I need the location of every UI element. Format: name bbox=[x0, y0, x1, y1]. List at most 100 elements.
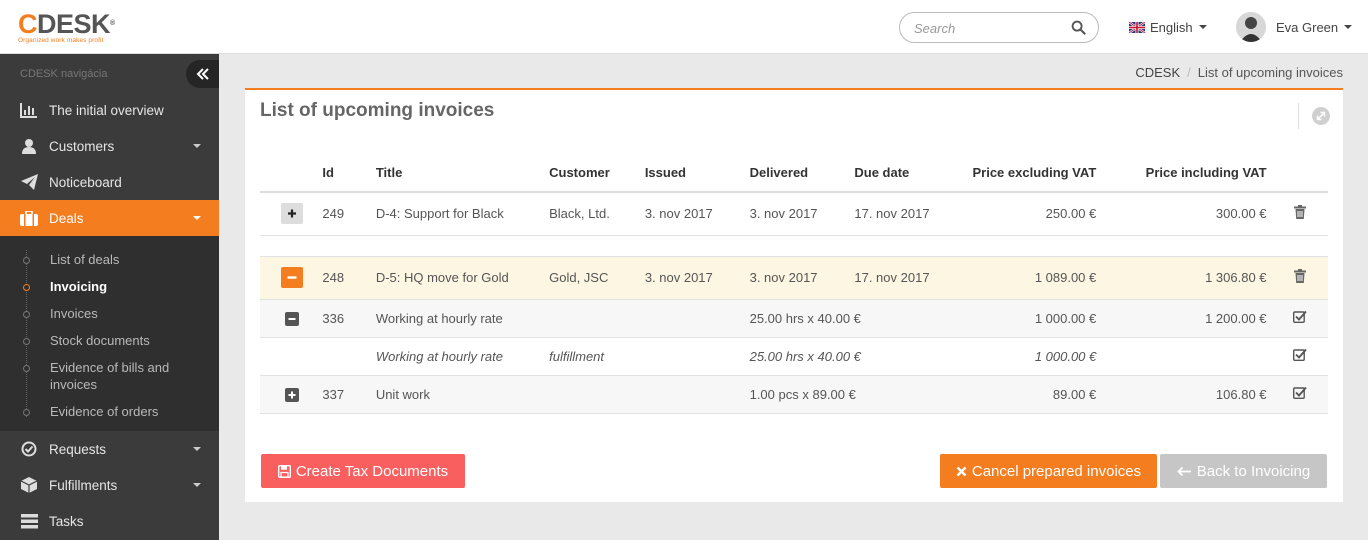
collapse-sidebar-button[interactable] bbox=[186, 60, 219, 88]
cell-due-date: 17. nov 2017 bbox=[848, 256, 946, 300]
logo-wordmark: CDESK® bbox=[18, 9, 115, 39]
column-header-price-excluding-vat[interactable]: Price excluding VAT bbox=[945, 154, 1103, 193]
cell-delivered: 25.00 hrs x 40.00 € bbox=[743, 337, 946, 376]
cancel-prepared-invoices-button[interactable]: Cancel prepared invoices bbox=[940, 454, 1157, 488]
sidebar-subitem-list-of-deals[interactable]: List of deals bbox=[0, 246, 219, 273]
invoices-table: Id Title Customer Issued Delivered Due d… bbox=[260, 154, 1328, 414]
sidebar-item-deals[interactable]: Deals bbox=[0, 200, 219, 236]
expand-subrow-button[interactable] bbox=[285, 387, 300, 402]
sidebar-item-label: Deals bbox=[49, 210, 84, 226]
sidebar-item-label: Noticeboard bbox=[49, 174, 122, 190]
column-header-issued[interactable]: Issued bbox=[638, 154, 744, 193]
sidebar-item-noticeboard[interactable]: Noticeboard bbox=[0, 164, 219, 200]
sidebar-item-label: Requests bbox=[49, 441, 107, 457]
column-header-title[interactable]: Title bbox=[369, 154, 544, 193]
bullet bbox=[23, 257, 30, 264]
button-label: Create Tax Documents bbox=[295, 462, 449, 480]
cell-price-including-vat: 1 200.00 € bbox=[1102, 299, 1273, 338]
avatar bbox=[1236, 12, 1266, 42]
column-header-id[interactable]: Id bbox=[316, 154, 370, 193]
floppy-disk-icon bbox=[277, 464, 291, 478]
user-menu[interactable]: Eva Green bbox=[1236, 12, 1353, 42]
sidebar-item-customers[interactable]: Customers bbox=[0, 128, 219, 164]
table-row: Working at hourly rate fulfillment 25.00… bbox=[260, 337, 1328, 376]
cell-customer bbox=[543, 299, 639, 338]
cell-price-excluding-vat: 1 000.00 € bbox=[945, 299, 1103, 338]
table-row: 249 D-4: Support for Black Black, Ltd. 3… bbox=[260, 192, 1328, 236]
cell-delivered: 25.00 hrs x 40.00 € bbox=[743, 299, 946, 338]
close-icon bbox=[956, 466, 967, 477]
table-row: 337 Unit work 1.00 pcs x 89.00 € 89.00 €… bbox=[260, 375, 1328, 414]
create-tax-documents-button[interactable]: Create Tax Documents bbox=[261, 454, 465, 488]
column-header-delivered[interactable]: Delivered bbox=[743, 154, 849, 193]
back-to-invoicing-button[interactable]: Back to Invoicing bbox=[1160, 454, 1327, 488]
page-title: List of upcoming invoices bbox=[260, 100, 495, 121]
checkbox-checked-icon[interactable] bbox=[1293, 310, 1307, 324]
language-selector[interactable]: English bbox=[1129, 19, 1207, 35]
bullet bbox=[23, 338, 30, 345]
cell-id: 249 bbox=[316, 192, 370, 236]
sidebar-subitem-label: Invoices bbox=[50, 306, 98, 321]
trash-icon[interactable] bbox=[1294, 205, 1307, 220]
search-icon[interactable] bbox=[1071, 20, 1086, 35]
sidebar-subitem-invoices[interactable]: Invoices bbox=[0, 300, 219, 327]
cell-issued: 3. nov 2017 bbox=[638, 256, 744, 300]
sidebar-item-label: Customers bbox=[49, 138, 115, 154]
cell-due-date: 17. nov 2017 bbox=[848, 192, 946, 236]
breadcrumb-root[interactable]: CDESK bbox=[1135, 65, 1180, 80]
breadcrumb-current: List of upcoming invoices bbox=[1197, 65, 1343, 80]
column-header-customer[interactable]: Customer bbox=[543, 154, 639, 193]
cell-issued bbox=[638, 375, 744, 414]
sidebar-heading: CDESK navigácia bbox=[20, 68, 108, 80]
cell-id: 337 bbox=[316, 375, 370, 414]
checkbox-checked-icon[interactable] bbox=[1293, 386, 1307, 400]
sidebar-subitem-label: Stock documents bbox=[50, 333, 150, 348]
sidebar-item-requests[interactable]: Requests bbox=[0, 431, 219, 467]
sidebar-subitem-label: Evidence of orders bbox=[50, 404, 159, 419]
column-header-actions bbox=[1272, 154, 1328, 193]
cell-price-including-vat: 1 306.80 € bbox=[1102, 256, 1273, 300]
cell-price-including-vat bbox=[1102, 337, 1273, 376]
divider bbox=[1298, 103, 1299, 129]
cell-issued bbox=[638, 337, 744, 376]
logo-tagline: Organized work makes profit bbox=[18, 37, 104, 44]
cell-customer: fulfillment bbox=[543, 337, 639, 376]
sidebar-subitem-invoicing[interactable]: Invoicing bbox=[0, 273, 219, 300]
cell-price-including-vat: 300.00 € bbox=[1102, 192, 1273, 236]
search-input[interactable] bbox=[914, 19, 1064, 37]
sidebar-subitem-evidence-of-orders[interactable]: Evidence of orders bbox=[0, 398, 219, 425]
column-header-price-including-vat[interactable]: Price including VAT bbox=[1102, 154, 1273, 193]
cell-price-excluding-vat: 1 089.00 € bbox=[945, 256, 1103, 300]
collapse-row-button[interactable] bbox=[281, 267, 304, 288]
cell-title: Unit work bbox=[369, 375, 544, 414]
sidebar-subitem-label: Evidence of bills and invoices bbox=[50, 360, 170, 392]
chevron-down-icon bbox=[193, 216, 201, 220]
cell-customer bbox=[543, 375, 639, 414]
column-header-due-date[interactable]: Due date bbox=[848, 154, 946, 193]
cell-price-excluding-vat: 89.00 € bbox=[945, 375, 1103, 414]
sidebar-subitem-stock-documents[interactable]: Stock documents bbox=[0, 327, 219, 354]
sidebar-subitem-label: Invoicing bbox=[50, 279, 108, 294]
checkbox-checked-icon[interactable] bbox=[1293, 348, 1307, 362]
cell-title: Working at hourly rate bbox=[369, 337, 544, 376]
sidebar-subitem-label: List of deals bbox=[50, 252, 120, 267]
expand-row-button[interactable] bbox=[281, 203, 304, 225]
user-name: Eva Green bbox=[1276, 19, 1339, 35]
expand-icon[interactable] bbox=[1312, 107, 1330, 125]
sidebar-subitem-evidence-of-bills[interactable]: Evidence of bills and invoices bbox=[0, 354, 219, 398]
logo[interactable]: CDESK® Organized work makes profit bbox=[18, 10, 115, 44]
sidebar-item-initial-overview[interactable]: The initial overview bbox=[0, 92, 219, 128]
check-circle-icon bbox=[20, 440, 38, 458]
sidebar-header: CDESK navigácia bbox=[0, 54, 219, 92]
sidebar-item-tasks[interactable]: Tasks bbox=[0, 503, 219, 539]
collapse-subrow-button[interactable] bbox=[285, 311, 300, 326]
table-row: 336 Working at hourly rate 25.00 hrs x 4… bbox=[260, 299, 1328, 338]
deals-submenu: List of deals Invoicing Invoices Stock d… bbox=[0, 236, 219, 431]
bullet bbox=[23, 409, 30, 416]
chevron-down-icon bbox=[193, 144, 201, 148]
trash-icon[interactable] bbox=[1294, 269, 1307, 283]
sidebar-item-fulfillments[interactable]: Fulfillments bbox=[0, 467, 219, 503]
chevron-down-icon bbox=[193, 483, 201, 487]
breadcrumb-separator: / bbox=[1187, 65, 1191, 80]
sidebar-item-label: Fulfillments bbox=[49, 477, 118, 493]
